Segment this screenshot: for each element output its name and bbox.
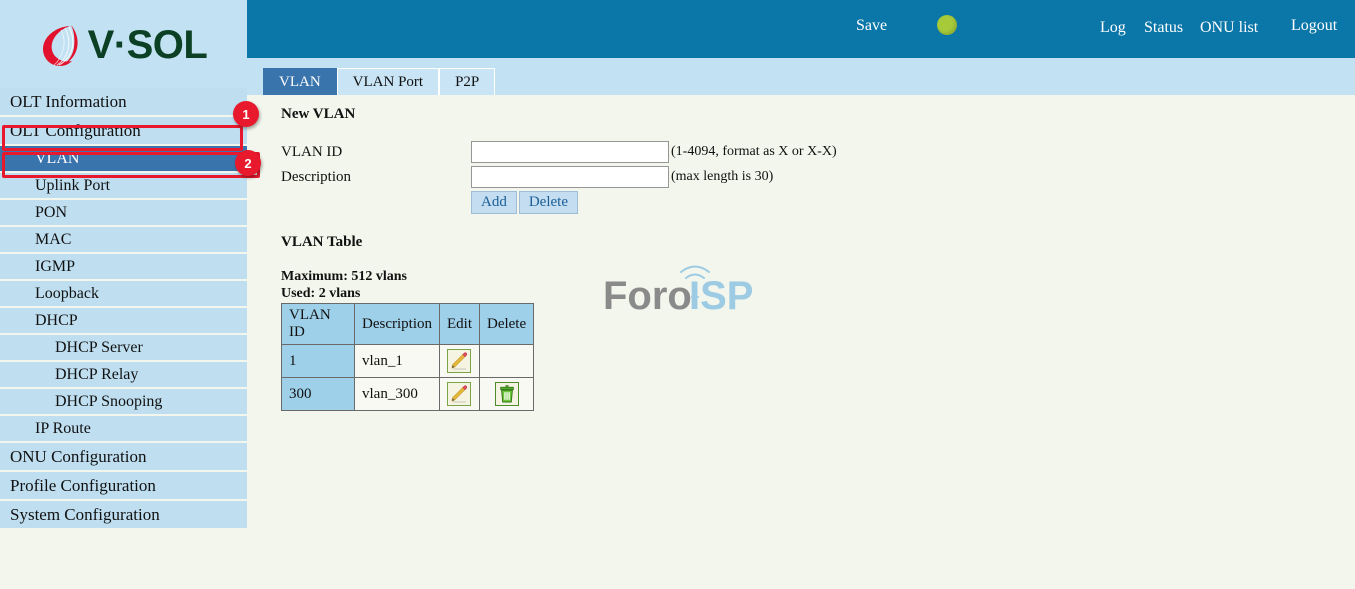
vlan-id-input[interactable]: [471, 141, 669, 163]
header-link-logout[interactable]: Logout: [1291, 17, 1337, 35]
sidebar-item-uplink-port[interactable]: Uplink Port: [0, 173, 247, 198]
header-link-status[interactable]: Status: [1144, 19, 1183, 37]
sidebar-item-olt-configuration[interactable]: OLT Configuration: [0, 117, 247, 144]
sidebar-item-igmp[interactable]: IGMP: [0, 254, 247, 279]
brand-logo-panel: V·SOL: [0, 0, 247, 88]
sidebar-item-profile-configuration[interactable]: Profile Configuration: [0, 472, 247, 499]
sidebar-item-olt-information[interactable]: OLT Information: [0, 88, 247, 115]
vlan-table: VLAN ID Description Edit Delete 1 vlan_1: [281, 303, 535, 411]
vlan-used-text: Used: 2 vlans: [281, 286, 361, 301]
main-content-panel: New VLAN VLAN ID (1-4094, format as X or…: [247, 95, 1355, 589]
add-button[interactable]: Add: [471, 191, 517, 214]
cell-vlan-id: 300: [281, 377, 355, 411]
edit-pencil-icon[interactable]: [447, 382, 472, 406]
delete-button[interactable]: Delete: [518, 191, 578, 214]
annotation-badge-1: 1: [233, 101, 259, 127]
watermark-text-secondary: ISP: [689, 274, 753, 317]
sidebar-item-dhcp-relay[interactable]: DHCP Relay: [0, 362, 247, 387]
sidebar-item-pon[interactable]: PON: [0, 200, 247, 225]
sidebar-item-mac[interactable]: MAC: [0, 227, 247, 252]
description-input[interactable]: [471, 166, 669, 188]
header-link-log[interactable]: Log: [1100, 19, 1126, 37]
watermark-text-primary: Foro: [603, 274, 692, 317]
cell-edit: [438, 377, 480, 411]
sidebar-item-dhcp-server[interactable]: DHCP Server: [0, 335, 247, 360]
vlan-table-heading: VLAN Table: [281, 234, 363, 250]
tab-vlan-port[interactable]: VLAN Port: [336, 68, 440, 97]
cell-edit: [438, 344, 480, 378]
delete-trash-icon[interactable]: [494, 382, 519, 406]
tab-p2p[interactable]: P2P: [439, 68, 496, 97]
edit-pencil-icon[interactable]: [447, 349, 472, 373]
vlan-id-label: VLAN ID: [281, 144, 343, 160]
tab-bar: VLAN VLAN Port P2P: [247, 58, 1355, 97]
top-header-bar: Save Log Status ONU list Logout: [247, 0, 1355, 58]
column-header-vlan-id: VLAN ID: [281, 303, 355, 345]
vlan-maximum-text: Maximum: 512 vlans: [281, 269, 407, 284]
annotation-badge-2: 2: [235, 150, 261, 176]
column-header-description: Description: [354, 303, 440, 345]
cell-delete: [478, 344, 535, 378]
foroisp-watermark: Foro ISP: [601, 253, 771, 318]
vsol-swirl-logo-icon: [40, 21, 82, 69]
sidebar-navigation: OLT Information OLT Configuration VLAN U…: [0, 88, 247, 534]
tab-vlan[interactable]: VLAN: [263, 68, 337, 97]
table-row: 1 vlan_1: [281, 344, 535, 378]
column-header-edit: Edit: [438, 303, 480, 345]
sidebar-item-onu-configuration[interactable]: ONU Configuration: [0, 443, 247, 470]
sidebar-item-dhcp-snooping[interactable]: DHCP Snooping: [0, 389, 247, 414]
vlan-id-hint: (1-4094, format as X or X-X): [671, 144, 837, 159]
cell-description: vlan_1: [354, 344, 440, 378]
save-button[interactable]: Save: [856, 17, 887, 35]
table-row: 300 vlan_300: [281, 377, 535, 411]
sidebar-item-dhcp[interactable]: DHCP: [0, 308, 247, 333]
sidebar-item-vlan[interactable]: VLAN: [0, 146, 247, 171]
sidebar-item-system-configuration[interactable]: System Configuration: [0, 501, 247, 528]
column-header-delete: Delete: [478, 303, 535, 345]
sidebar-item-loopback[interactable]: Loopback: [0, 281, 247, 306]
cell-description: vlan_300: [354, 377, 440, 411]
header-link-onu-list[interactable]: ONU list: [1200, 19, 1258, 37]
cell-vlan-id: 1: [281, 344, 355, 378]
description-label: Description: [281, 169, 351, 185]
new-vlan-heading: New VLAN: [281, 106, 356, 122]
form-button-row: Add Delete: [471, 191, 578, 214]
olt-web-management-page: V·SOL Save Log Status ONU list Logout VL…: [0, 0, 1355, 589]
brand-name: V·SOL: [87, 23, 208, 67]
cell-delete: [478, 377, 535, 411]
table-header-row: VLAN ID Description Edit Delete: [281, 303, 535, 345]
sidebar-item-ip-route[interactable]: IP Route: [0, 416, 247, 441]
status-indicator-green-icon: [937, 15, 957, 35]
description-hint: (max length is 30): [671, 169, 774, 184]
